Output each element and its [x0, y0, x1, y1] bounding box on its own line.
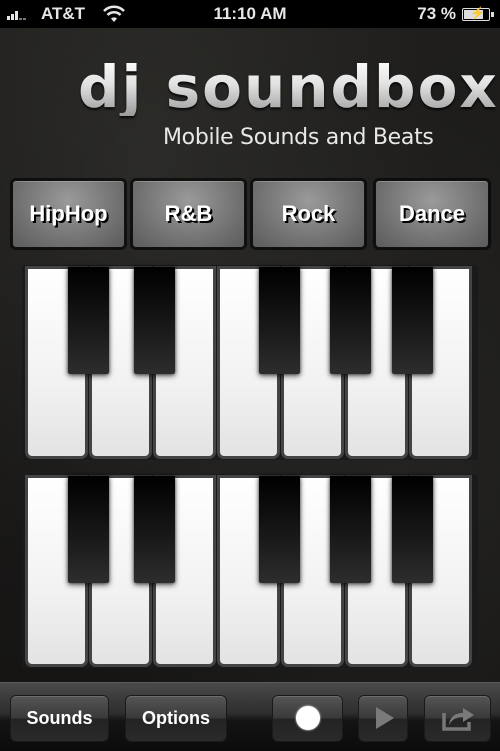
share-icon: [441, 707, 474, 731]
sounds-button[interactable]: Sounds: [10, 695, 109, 742]
record-icon: [295, 705, 320, 730]
play-icon: [376, 706, 394, 729]
black-key-f-sharp[interactable]: [259, 476, 300, 583]
black-key-d-sharp[interactable]: [134, 267, 175, 374]
status-bar: AT&T 11:10 AM 73 % ⚡: [0, 0, 500, 28]
battery-percent: 73 %: [417, 4, 456, 23]
tagline: Mobile Sounds and Beats: [163, 125, 434, 150]
black-key-g-sharp[interactable]: [330, 267, 371, 374]
black-key-a-sharp[interactable]: [392, 267, 433, 374]
app-main: dj soundbox Mobile Sounds and Beats HipH…: [0, 28, 500, 682]
share-button[interactable]: [424, 695, 491, 742]
upper-keyboard: [22, 265, 478, 460]
options-button[interactable]: Options: [125, 695, 227, 742]
genre-button-rock[interactable]: Rock: [252, 180, 365, 248]
black-key-d-sharp[interactable]: [134, 476, 175, 583]
genre-bar: HipHop R&B Rock Dance: [0, 180, 500, 248]
play-button[interactable]: [358, 695, 408, 742]
black-key-f-sharp[interactable]: [259, 267, 300, 374]
genre-button-hiphop[interactable]: HipHop: [12, 180, 125, 248]
record-button[interactable]: [272, 695, 343, 742]
bottom-toolbar: Sounds Options: [0, 682, 500, 751]
genre-button-rnb[interactable]: R&B: [132, 180, 245, 248]
lower-keyboard: [22, 474, 478, 668]
black-key-g-sharp[interactable]: [330, 476, 371, 583]
black-key-a-sharp[interactable]: [392, 476, 433, 583]
app-logo: dj soundbox: [78, 53, 499, 121]
genre-button-dance[interactable]: Dance: [375, 180, 489, 248]
black-key-c-sharp[interactable]: [68, 476, 109, 583]
black-key-c-sharp[interactable]: [68, 267, 109, 374]
battery-charging-icon: ⚡: [462, 6, 494, 21]
